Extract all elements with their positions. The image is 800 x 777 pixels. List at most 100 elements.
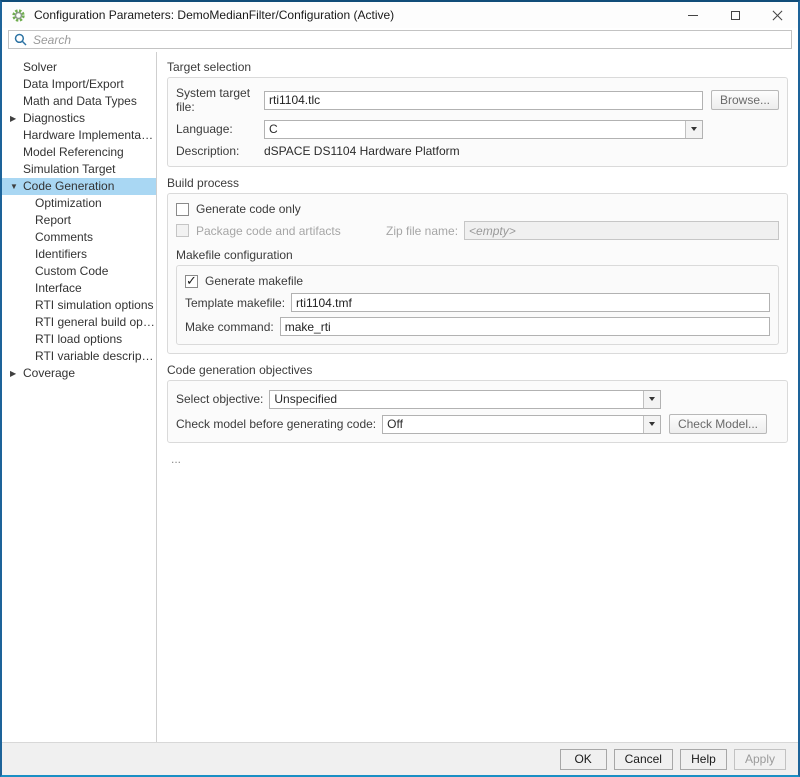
sidebar-item-label: Coverage	[23, 366, 75, 380]
generate-code-only-label: Generate code only	[196, 202, 301, 216]
chevron-expanded-icon[interactable]: ▼	[10, 178, 18, 195]
sidebar-item-label: Solver	[23, 60, 57, 74]
sidebar-item-label: Interface	[35, 281, 82, 295]
sidebar-item-label: RTI simulation options	[35, 298, 154, 312]
configuration-parameters-window: Configuration Parameters: DemoMedianFilt…	[0, 0, 800, 777]
content-pane: Target selection System target file: Bro…	[157, 52, 798, 742]
sidebar-item-coverage[interactable]: ▶ Coverage	[2, 365, 156, 382]
sidebar-item-report[interactable]: Report	[2, 212, 156, 229]
title-bar: Configuration Parameters: DemoMedianFilt…	[2, 2, 798, 28]
build-process-title: Build process	[167, 176, 788, 190]
sidebar-item-solver[interactable]: Solver	[2, 59, 156, 76]
search-input[interactable]	[33, 33, 786, 47]
check-model-value: Off	[383, 417, 643, 431]
sidebar-item-label: RTI variable description fil...	[35, 349, 156, 363]
maximize-icon	[731, 11, 740, 20]
sidebar-item-code-generation[interactable]: ▼ Code Generation	[2, 178, 156, 195]
sidebar-item-label: RTI load options	[35, 332, 122, 346]
language-dropdown-value: C	[265, 122, 685, 136]
sidebar-item-label: Data Import/Export	[23, 77, 124, 91]
sidebar-tree: Solver Data Import/Export Math and Data Ty…	[2, 52, 157, 742]
system-target-file-input[interactable]	[264, 91, 703, 110]
makefile-configuration-title: Makefile configuration	[176, 248, 779, 262]
browse-button[interactable]: Browse...	[711, 90, 779, 110]
maximize-button[interactable]	[714, 2, 756, 28]
generate-makefile-checkbox[interactable]	[185, 275, 198, 288]
sidebar-item-label: Identifiers	[35, 247, 87, 261]
sidebar-item-custom-code[interactable]: Custom Code	[2, 263, 156, 280]
sidebar-item-interface[interactable]: Interface	[2, 280, 156, 297]
minimize-button[interactable]	[672, 2, 714, 28]
description-label: Description:	[176, 144, 264, 158]
language-dropdown[interactable]: C	[264, 120, 703, 139]
generate-makefile-label: Generate makefile	[205, 274, 303, 288]
chevron-down-icon[interactable]	[643, 416, 660, 433]
sidebar-item-identifiers[interactable]: Identifiers	[2, 246, 156, 263]
sidebar-item-label: Model Referencing	[23, 145, 124, 159]
target-selection-panel: System target file: Browse... Language: …	[167, 77, 788, 167]
window-controls	[672, 2, 798, 28]
package-code-checkbox	[176, 224, 189, 237]
dialog-body: Solver Data Import/Export Math and Data Ty…	[2, 52, 798, 742]
sidebar-item-label: Hardware Implementation	[23, 128, 156, 142]
check-model-label: Check model before generating code:	[176, 417, 382, 431]
sidebar-item-data-import-export[interactable]: Data Import/Export	[2, 76, 156, 93]
make-command-label: Make command:	[185, 320, 280, 334]
sidebar-item-label: Simulation Target	[23, 162, 116, 176]
search-icon	[14, 33, 27, 46]
sidebar-item-comments[interactable]: Comments	[2, 229, 156, 246]
system-target-file-row: System target file: Browse...	[176, 86, 779, 114]
generate-code-only-row: Generate code only	[176, 202, 779, 216]
generate-makefile-row: Generate makefile	[185, 274, 770, 288]
sidebar-item-diagnostics[interactable]: ▶ Diagnostics	[2, 110, 156, 127]
language-row: Language: C Browse...	[176, 119, 779, 139]
window-title: Configuration Parameters: DemoMedianFilt…	[34, 8, 394, 22]
help-button[interactable]: Help	[680, 749, 727, 770]
code-generation-objectives-title: Code generation objectives	[167, 363, 788, 377]
sidebar-item-optimization[interactable]: Optimization	[2, 195, 156, 212]
makefile-configuration-panel: Generate makefile Template makefile: Mak…	[176, 265, 779, 345]
sidebar-item-label: Code Generation	[23, 179, 114, 193]
sidebar-item-model-referencing[interactable]: Model Referencing	[2, 144, 156, 161]
sidebar-item-label: Optimization	[35, 196, 102, 210]
chevron-collapsed-icon[interactable]: ▶	[10, 365, 16, 382]
cancel-button[interactable]: Cancel	[614, 749, 673, 770]
select-objective-dropdown[interactable]: Unspecified	[269, 390, 661, 409]
chevron-collapsed-icon[interactable]: ▶	[10, 110, 16, 127]
close-button[interactable]	[756, 2, 798, 28]
sidebar-item-rti-load-options[interactable]: RTI load options	[2, 331, 156, 348]
sidebar-item-math-and-data-types[interactable]: Math and Data Types	[2, 93, 156, 110]
template-makefile-row: Template makefile:	[185, 293, 770, 312]
sidebar-item-label: RTI general build options	[35, 315, 156, 329]
code-generation-objectives-panel: Select objective: Unspecified Check Mode…	[167, 380, 788, 443]
system-target-file-label: System target file:	[176, 86, 264, 114]
footer-bar: OK Cancel Help Apply	[2, 742, 798, 775]
generate-code-only-checkbox[interactable]	[176, 203, 189, 216]
zip-file-name-label: Zip file name:	[386, 224, 464, 238]
make-command-input[interactable]	[280, 317, 770, 336]
sidebar-item-rti-simulation-options[interactable]: RTI simulation options	[2, 297, 156, 314]
sidebar-item-rti-general-build-options[interactable]: RTI general build options	[2, 314, 156, 331]
sidebar-item-hardware-implementation[interactable]: Hardware Implementation	[2, 127, 156, 144]
build-process-panel: Generate code only Package code and arti…	[167, 193, 788, 354]
description-row: Description: dSPACE DS1104 Hardware Plat…	[176, 144, 779, 158]
check-model-dropdown[interactable]: Off	[382, 415, 661, 434]
sidebar-item-label: Diagnostics	[23, 111, 85, 125]
minimize-icon	[688, 15, 698, 16]
check-model-row: Check model before generating code: Off …	[176, 414, 779, 434]
make-command-row: Make command:	[185, 317, 770, 336]
description-value: dSPACE DS1104 Hardware Platform	[264, 144, 460, 158]
ok-button[interactable]: OK	[560, 749, 607, 770]
apply-button: Apply	[734, 749, 786, 770]
search-box[interactable]	[8, 30, 792, 49]
sidebar-item-rti-variable-description-fil[interactable]: RTI variable description fil...	[2, 348, 156, 365]
template-makefile-label: Template makefile:	[185, 296, 291, 310]
chevron-down-icon[interactable]	[685, 121, 702, 138]
chevron-down-icon[interactable]	[643, 391, 660, 408]
package-code-label: Package code and artifacts	[196, 224, 341, 238]
template-makefile-input[interactable]	[291, 293, 770, 312]
more-indicator: ...	[171, 452, 788, 466]
check-model-button[interactable]: Check Model...	[669, 414, 767, 434]
sidebar-item-simulation-target[interactable]: Simulation Target	[2, 161, 156, 178]
simulink-settings-icon	[11, 8, 26, 23]
